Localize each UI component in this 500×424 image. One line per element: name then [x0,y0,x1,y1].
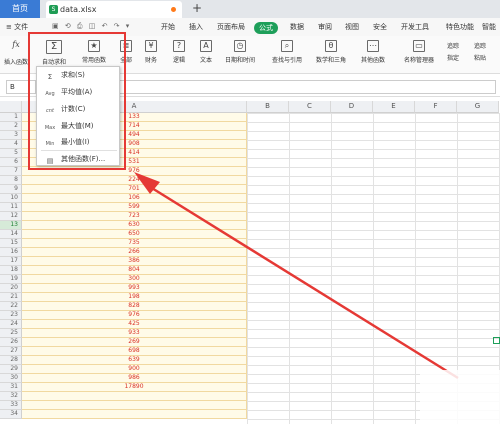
watermark-area [420,370,500,424]
arrow-shaft [146,183,459,380]
annotation-arrow [134,172,500,424]
